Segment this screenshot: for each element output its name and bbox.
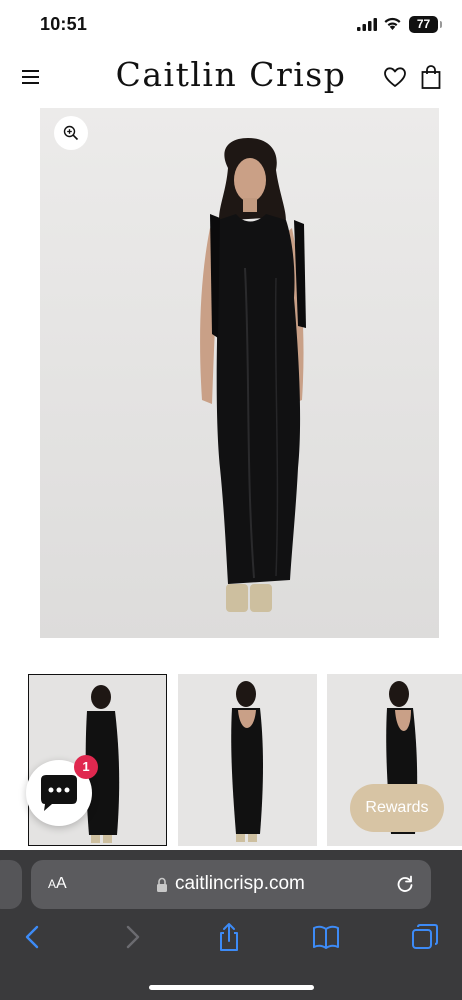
share-icon[interactable] [214,922,244,952]
status-time: 10:51 [40,14,88,34]
thumbnail-back-photo [178,674,317,846]
menu-icon[interactable] [20,67,42,87]
battery-icon: 77 [409,16,442,33]
tabs-icon[interactable] [410,922,440,952]
lock-icon [157,877,167,892]
home-indicator [149,985,314,990]
signal-icon [357,18,377,31]
previous-tab-stub[interactable] [0,860,22,909]
shopping-bag-icon[interactable] [420,64,442,90]
browser-toolbar: AA caitlincrisp.com [0,850,462,1000]
zoom-in-icon [63,125,79,141]
heart-icon[interactable] [383,66,407,88]
back-icon[interactable] [18,922,48,952]
browser-nav-row [0,922,462,958]
address-bar[interactable]: AA caitlincrisp.com [31,860,431,909]
bookmarks-icon[interactable] [311,922,341,952]
model-photo [40,108,439,638]
reload-icon[interactable] [395,874,415,894]
rewards-button[interactable]: Rewards [350,784,444,832]
text-size-button[interactable]: AA [48,875,67,893]
brand-logo[interactable]: Caitlin Crisp [90,55,372,94]
site-header: Caitlin Crisp [0,52,462,102]
product-main-image[interactable] [40,108,439,638]
chat-unread-badge: 1 [74,755,98,779]
zoom-button[interactable] [54,116,88,150]
status-bar: 10:51 77 [0,0,462,50]
forward-icon[interactable] [117,922,147,952]
thumbnail-back[interactable] [178,674,317,846]
wifi-icon [384,17,401,30]
url-text[interactable]: caitlincrisp.com [175,873,305,895]
